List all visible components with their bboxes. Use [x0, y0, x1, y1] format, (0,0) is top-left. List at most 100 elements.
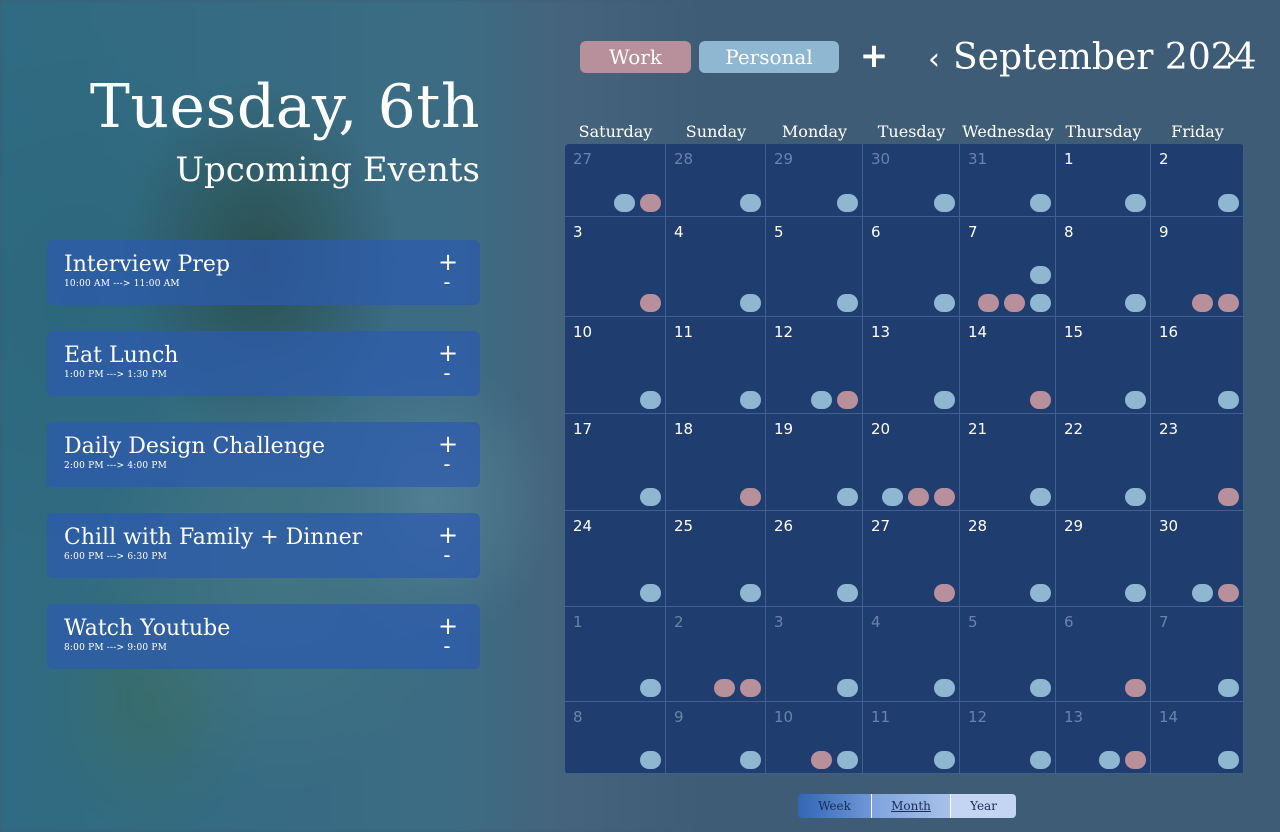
event-card[interactable]: Eat Lunch 1:00 PM ---> 1:30 PM + - [47, 331, 480, 396]
remove-icon[interactable]: - [438, 545, 456, 565]
work-event-dot[interactable] [1218, 488, 1239, 506]
personal-event-dot[interactable] [1125, 194, 1146, 212]
work-event-dot[interactable] [1125, 679, 1146, 697]
personal-event-dot[interactable] [1030, 266, 1051, 284]
personal-event-dot[interactable] [640, 751, 661, 769]
personal-event-dot[interactable] [1125, 488, 1146, 506]
personal-event-dot[interactable] [1192, 584, 1213, 602]
event-card[interactable]: Interview Prep 10:00 AM ---> 11:00 AM + … [47, 240, 480, 305]
personal-event-dot[interactable] [837, 584, 858, 602]
work-event-dot[interactable] [1030, 391, 1051, 409]
personal-event-dot[interactable] [934, 294, 955, 312]
personal-event-dot[interactable] [837, 294, 858, 312]
day-cell[interactable]: 22 [1056, 414, 1151, 511]
day-cell[interactable]: 18 [666, 414, 766, 511]
work-event-dot[interactable] [1218, 294, 1239, 312]
work-event-dot[interactable] [1125, 751, 1146, 769]
personal-event-dot[interactable] [837, 679, 858, 697]
personal-filter-button[interactable]: Personal [699, 41, 839, 73]
remove-icon[interactable]: - [438, 454, 456, 474]
personal-event-dot[interactable] [1218, 391, 1239, 409]
personal-event-dot[interactable] [640, 679, 661, 697]
day-cell[interactable]: 13 [1056, 702, 1151, 774]
day-cell[interactable]: 12 [766, 317, 863, 414]
personal-event-dot[interactable] [1125, 294, 1146, 312]
personal-event-dot[interactable] [1030, 751, 1051, 769]
day-cell[interactable]: 14 [1151, 702, 1244, 774]
day-cell[interactable]: 3 [565, 217, 666, 317]
day-cell[interactable]: 23 [1151, 414, 1244, 511]
day-cell[interactable]: 8 [1056, 217, 1151, 317]
personal-event-dot[interactable] [934, 679, 955, 697]
personal-event-dot[interactable] [1030, 679, 1051, 697]
personal-event-dot[interactable] [837, 751, 858, 769]
day-cell[interactable]: 30 [1151, 511, 1244, 607]
personal-event-dot[interactable] [1030, 488, 1051, 506]
personal-event-dot[interactable] [640, 584, 661, 602]
day-cell[interactable]: 7 [960, 217, 1056, 317]
add-event-button[interactable]: + [859, 36, 889, 76]
personal-event-dot[interactable] [740, 584, 761, 602]
day-cell[interactable]: 4 [666, 217, 766, 317]
day-cell[interactable]: 1 [1056, 144, 1151, 217]
day-cell[interactable]: 20 [863, 414, 960, 511]
personal-event-dot[interactable] [882, 488, 903, 506]
work-filter-button[interactable]: Work [580, 41, 691, 73]
day-cell[interactable]: 27 [565, 144, 666, 217]
work-event-dot[interactable] [837, 391, 858, 409]
day-cell[interactable]: 24 [565, 511, 666, 607]
personal-event-dot[interactable] [811, 391, 832, 409]
work-event-dot[interactable] [740, 679, 761, 697]
day-cell[interactable]: 3 [766, 607, 863, 702]
day-cell[interactable]: 27 [863, 511, 960, 607]
day-cell[interactable]: 11 [863, 702, 960, 774]
day-cell[interactable]: 7 [1151, 607, 1244, 702]
personal-event-dot[interactable] [1218, 679, 1239, 697]
personal-event-dot[interactable] [934, 751, 955, 769]
personal-event-dot[interactable] [1030, 294, 1051, 312]
day-cell[interactable]: 28 [960, 511, 1056, 607]
event-card[interactable]: Watch Youtube 8:00 PM ---> 9:00 PM + - [47, 604, 480, 669]
day-cell[interactable]: 1 [565, 607, 666, 702]
event-card[interactable]: Daily Design Challenge 2:00 PM ---> 4:00… [47, 422, 480, 487]
remove-icon[interactable]: - [438, 363, 456, 383]
day-cell[interactable]: 13 [863, 317, 960, 414]
personal-event-dot[interactable] [837, 488, 858, 506]
work-event-dot[interactable] [740, 488, 761, 506]
day-cell[interactable]: 12 [960, 702, 1056, 774]
chevron-left-icon[interactable]: ‹ [928, 40, 940, 80]
day-cell[interactable]: 4 [863, 607, 960, 702]
day-cell[interactable]: 29 [766, 144, 863, 217]
day-cell[interactable]: 25 [666, 511, 766, 607]
day-cell[interactable]: 30 [863, 144, 960, 217]
day-cell[interactable]: 17 [565, 414, 666, 511]
personal-event-dot[interactable] [640, 391, 661, 409]
day-cell[interactable]: 21 [960, 414, 1056, 511]
personal-event-dot[interactable] [640, 488, 661, 506]
day-cell[interactable]: 29 [1056, 511, 1151, 607]
personal-event-dot[interactable] [740, 391, 761, 409]
day-cell[interactable]: 9 [666, 702, 766, 774]
work-event-dot[interactable] [640, 194, 661, 212]
day-cell[interactable]: 8 [565, 702, 666, 774]
personal-event-dot[interactable] [934, 391, 955, 409]
personal-event-dot[interactable] [740, 751, 761, 769]
work-event-dot[interactable] [811, 751, 832, 769]
work-event-dot[interactable] [934, 584, 955, 602]
day-cell[interactable]: 5 [766, 217, 863, 317]
day-cell[interactable]: 6 [1056, 607, 1151, 702]
chevron-right-icon[interactable]: › [1226, 40, 1238, 80]
personal-event-dot[interactable] [934, 194, 955, 212]
view-week-button[interactable]: Week [798, 794, 871, 818]
work-event-dot[interactable] [1192, 294, 1213, 312]
day-cell[interactable]: 5 [960, 607, 1056, 702]
personal-event-dot[interactable] [740, 194, 761, 212]
view-month-button[interactable]: Month [871, 794, 951, 818]
day-cell[interactable]: 31 [960, 144, 1056, 217]
work-event-dot[interactable] [908, 488, 929, 506]
personal-event-dot[interactable] [1218, 194, 1239, 212]
day-cell[interactable]: 2 [1151, 144, 1244, 217]
personal-event-dot[interactable] [1030, 584, 1051, 602]
day-cell[interactable]: 11 [666, 317, 766, 414]
personal-event-dot[interactable] [1125, 391, 1146, 409]
